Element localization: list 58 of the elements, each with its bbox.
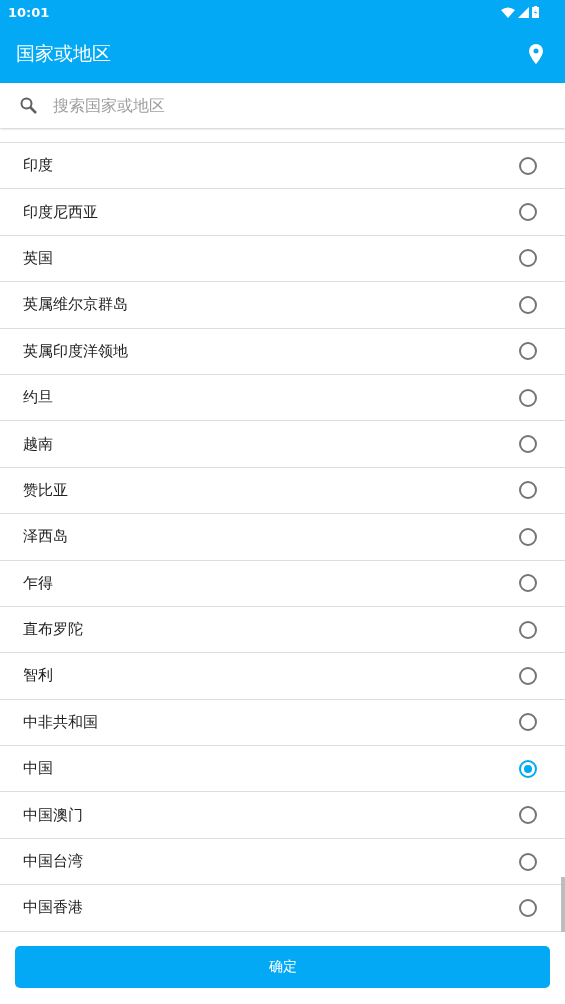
country-name: 中国香港 bbox=[23, 898, 83, 918]
radio-button[interactable] bbox=[519, 203, 537, 222]
signal-icon bbox=[518, 6, 529, 18]
country-row[interactable]: 英属印度洋领地 bbox=[0, 328, 565, 375]
country-row[interactable]: 中非共和国 bbox=[0, 699, 565, 747]
country-row[interactable]: 印度 bbox=[0, 143, 565, 190]
radio-button[interactable] bbox=[519, 156, 537, 175]
country-name: 中国 bbox=[23, 759, 53, 779]
status-time: 10:01 bbox=[8, 4, 50, 20]
country-name: 英属印度洋领地 bbox=[23, 341, 128, 361]
radio-button[interactable] bbox=[519, 342, 537, 361]
country-name: 越南 bbox=[23, 434, 53, 454]
wifi-icon bbox=[501, 6, 515, 18]
radio-button[interactable] bbox=[519, 574, 537, 593]
country-row[interactable]: 赞比亚 bbox=[0, 467, 565, 515]
country-name: 直布罗陀 bbox=[23, 620, 83, 640]
radio-button[interactable] bbox=[519, 481, 537, 500]
country-row[interactable]: 越南 bbox=[0, 421, 565, 468]
country-name: 乍得 bbox=[23, 573, 53, 593]
country-name: 印度尼西亚 bbox=[23, 202, 98, 222]
battery-icon bbox=[532, 6, 539, 18]
country-row[interactable]: 英属维尔京群岛 bbox=[0, 282, 565, 329]
country-row[interactable]: 英国 bbox=[0, 235, 565, 283]
country-name: 泽西岛 bbox=[23, 527, 68, 547]
page-title: 国家或地区 bbox=[16, 40, 111, 66]
country-name: 英国 bbox=[23, 248, 53, 268]
radio-button[interactable] bbox=[519, 249, 537, 268]
radio-button[interactable] bbox=[519, 527, 537, 546]
country-name: 智利 bbox=[23, 666, 53, 686]
country-row[interactable]: 印度尼西亚 bbox=[0, 189, 565, 236]
search-field[interactable]: 搜索国家或地区 bbox=[51, 95, 565, 116]
country-row[interactable]: 中国澳门 bbox=[0, 792, 565, 839]
radio-button[interactable] bbox=[519, 713, 537, 732]
country-row[interactable]: 智利 bbox=[0, 653, 565, 700]
radio-button[interactable] bbox=[519, 898, 537, 917]
location-pin-icon[interactable] bbox=[529, 43, 543, 64]
country-name: 英属维尔京群岛 bbox=[23, 295, 128, 315]
radio-button[interactable] bbox=[519, 388, 537, 407]
country-row[interactable]: 中国台湾 bbox=[0, 838, 565, 886]
search-icon bbox=[20, 97, 37, 114]
country-row[interactable]: 直布罗陀 bbox=[0, 606, 565, 654]
country-name: 印度 bbox=[23, 156, 53, 176]
country-row[interactable]: 约旦 bbox=[0, 374, 565, 422]
radio-button[interactable] bbox=[519, 667, 537, 685]
country-name: 约旦 bbox=[23, 388, 53, 408]
radio-button[interactable] bbox=[519, 295, 537, 314]
country-name: 中国澳门 bbox=[23, 805, 83, 825]
radio-button[interactable] bbox=[519, 806, 537, 825]
radio-button[interactable] bbox=[519, 759, 537, 778]
country-row[interactable]: 泽西岛 bbox=[0, 514, 565, 561]
country-name: 中国台湾 bbox=[23, 852, 83, 872]
radio-button[interactable] bbox=[519, 620, 537, 639]
country-name: 赞比亚 bbox=[23, 480, 68, 500]
radio-button[interactable] bbox=[519, 852, 537, 871]
country-name: 中非共和国 bbox=[23, 712, 98, 732]
radio-button[interactable] bbox=[519, 435, 537, 454]
country-row[interactable]: 中国 bbox=[0, 746, 565, 793]
country-row[interactable]: 乍得 bbox=[0, 560, 565, 607]
